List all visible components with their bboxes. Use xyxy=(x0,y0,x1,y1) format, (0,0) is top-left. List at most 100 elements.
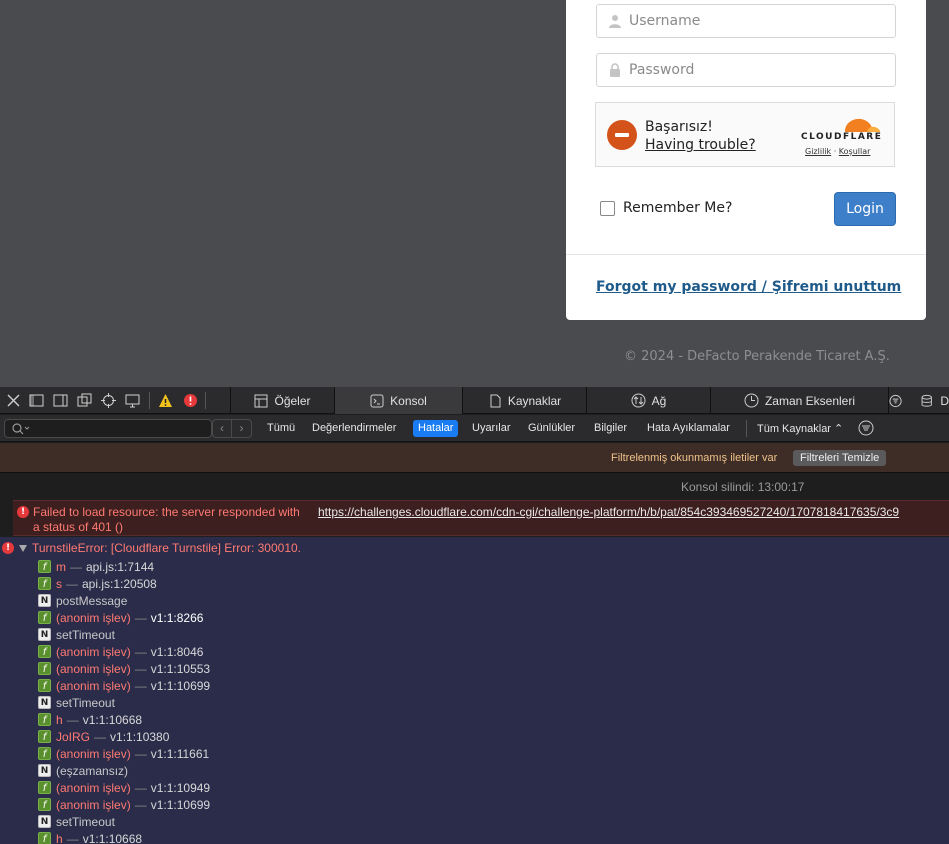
having-trouble-link[interactable]: Having trouble? xyxy=(645,137,756,153)
tab-label: Zaman Eksenleri xyxy=(764,393,856,408)
filter-errors[interactable]: Hatalar xyxy=(413,420,459,437)
dock-bottom-icon[interactable] xyxy=(29,393,44,408)
copyright-text: © 2024 - DeFacto Perakende Ticaret A.Ş. xyxy=(624,349,890,364)
frame-location-link[interactable]: v1:1:10699 xyxy=(151,679,210,693)
function-badge-icon: f xyxy=(38,577,51,590)
stack-frame[interactable]: f (anonim işlev) — v1:1:8266 xyxy=(38,609,203,626)
console-icon xyxy=(370,394,384,407)
frame-location-link[interactable]: api.js:1:20508 xyxy=(82,577,157,591)
frame-location-link[interactable]: v1:1:10553 xyxy=(151,662,210,676)
remember-me[interactable]: Remember Me? xyxy=(600,200,732,216)
console-cleared-text: Konsol silindi: 13:00:17 xyxy=(681,480,805,494)
function-badge-icon: f xyxy=(38,781,51,794)
element-picker-icon[interactable] xyxy=(101,393,116,408)
stack-frame[interactable]: NsetTimeout xyxy=(38,694,115,711)
frame-separator: — xyxy=(134,797,147,812)
disclosure-triangle-icon[interactable] xyxy=(19,545,27,552)
toolbar-separator xyxy=(149,392,150,409)
stack-frame[interactable]: f m — api.js:1:7144 xyxy=(38,558,154,575)
clear-filters-button[interactable]: Filtreleri Temizle xyxy=(793,450,887,466)
filter-all[interactable]: Tümü xyxy=(262,420,300,437)
frame-separator: — xyxy=(134,644,147,659)
frame-location-link[interactable]: v1:1:11661 xyxy=(151,747,210,761)
close-icon[interactable] xyxy=(6,393,21,408)
console-filter-input[interactable] xyxy=(4,419,212,438)
frame-function-name: (anonim işlev) xyxy=(56,797,131,812)
error-resource-link[interactable]: https://challenges.cloudflare.com/cdn-cg… xyxy=(318,505,899,519)
frame-function-name: (anonim işlev) xyxy=(56,746,131,761)
stack-frame[interactable]: f (anonim işlev) — v1:1:10949 xyxy=(38,779,210,796)
stack-frame[interactable]: NsetTimeout xyxy=(38,813,115,830)
frame-location-link[interactable]: v1:1:10699 xyxy=(151,798,210,812)
frame-location-link[interactable]: v1:1:10949 xyxy=(151,781,210,795)
links-separator: · xyxy=(833,147,837,156)
stack-frame[interactable]: f (anonim işlev) — v1:1:8046 xyxy=(38,643,203,660)
warning-icon[interactable] xyxy=(158,393,173,408)
stack-frame[interactable]: f (anonim işlev) — v1:1:10699 xyxy=(38,796,210,813)
frame-location-link[interactable]: v1:1:8046 xyxy=(151,645,204,659)
frame-separator: — xyxy=(134,610,147,625)
stack-frame[interactable]: f JoIRG — v1:1:10380 xyxy=(38,728,169,745)
error-count-icon[interactable] xyxy=(183,393,198,408)
frame-location-link[interactable]: v1:1:8266 xyxy=(151,611,204,625)
filtered-messages-notice: Filtrelenmiş okunmamış iletiler var Filt… xyxy=(0,443,949,473)
frame-location-link[interactable]: v1:1:10380 xyxy=(110,730,169,744)
password-field[interactable] xyxy=(596,53,896,87)
frame-function-name: (anonim işlev) xyxy=(56,661,131,676)
filter-debugs[interactable]: Hata Ayıklamalar xyxy=(642,420,735,437)
stack-frame[interactable]: N (eşzamansız) xyxy=(38,762,128,779)
password-input[interactable] xyxy=(629,54,889,86)
stack-frame[interactable]: f h — v1:1:10668 xyxy=(38,711,142,728)
frame-location-link[interactable]: api.js:1:7144 xyxy=(86,560,154,574)
filter-warnings[interactable]: Uyarılar xyxy=(467,420,516,437)
toolbar-separator xyxy=(205,392,206,409)
card-divider xyxy=(566,254,926,255)
terms-link[interactable]: Koşullar xyxy=(839,147,871,156)
sources-icon xyxy=(490,394,501,407)
privacy-link[interactable]: Gizlilik xyxy=(805,147,831,156)
stack-frame[interactable]: f (anonim işlev) — v1:1:10553 xyxy=(38,660,210,677)
username-input[interactable] xyxy=(629,5,889,37)
login-button[interactable]: Login xyxy=(834,192,896,226)
function-badge-icon: f xyxy=(38,713,51,726)
tab-console[interactable]: Konsol xyxy=(334,387,462,414)
forgot-password-link[interactable]: Forgot my password / Şifremi unuttum xyxy=(596,279,901,295)
stack-frame[interactable]: f (anonim işlev) — v1:1:11661 xyxy=(38,745,209,762)
tab-label: D xyxy=(940,393,949,408)
frame-separator: — xyxy=(134,780,147,795)
sources-select[interactable]: Tüm Kaynaklar ⌃ xyxy=(752,420,848,437)
search-icon xyxy=(12,423,30,435)
previous-match-button[interactable]: ‹ xyxy=(212,419,232,438)
undock-icon[interactable] xyxy=(77,393,92,408)
tab-sources[interactable]: Kaynaklar xyxy=(462,387,586,414)
filter-options-icon[interactable] xyxy=(858,420,874,436)
function-badge-icon: f xyxy=(38,611,51,624)
tab-elements[interactable]: Öğeler xyxy=(230,387,334,414)
turnstile-widget[interactable]: Başarısız! Having trouble? CLOUDFLARE Gi… xyxy=(595,102,895,167)
tab-timelines[interactable]: Zaman Eksenleri xyxy=(710,387,888,414)
filter-info[interactable]: Bilgiler xyxy=(589,420,632,437)
device-icon[interactable] xyxy=(125,393,140,408)
stack-frame[interactable]: NsetTimeout xyxy=(38,626,115,643)
elements-icon xyxy=(254,394,268,407)
native-badge-icon: N xyxy=(38,815,51,828)
stack-frame[interactable]: f s — api.js:1:20508 xyxy=(38,575,157,592)
console-error-group[interactable]: ! TurnstileError: [Cloudflare Turnstile]… xyxy=(0,537,949,844)
stack-frame[interactable]: NpostMessage xyxy=(38,592,127,609)
tab-more-icon[interactable]: D xyxy=(888,387,949,414)
stack-frame[interactable]: f h — v1:1:10668 xyxy=(38,830,142,844)
lock-icon xyxy=(610,63,620,77)
console-error-row[interactable]: ! Failed to load resource: the server re… xyxy=(13,500,949,536)
next-match-button[interactable]: › xyxy=(232,419,252,438)
tab-network[interactable]: Ağ xyxy=(586,387,710,414)
username-field[interactable] xyxy=(596,4,896,38)
frame-location-link[interactable]: v1:1:10668 xyxy=(83,832,142,844)
frame-separator: — xyxy=(134,746,147,761)
filter-evaluations[interactable]: Değerlendirmeler xyxy=(307,420,401,437)
remember-checkbox[interactable] xyxy=(600,200,615,216)
filter-logs[interactable]: Günlükler xyxy=(523,420,580,437)
frame-separator: — xyxy=(94,729,107,744)
stack-frame[interactable]: f (anonim işlev) — v1:1:10699 xyxy=(38,677,210,694)
dock-right-icon[interactable] xyxy=(53,393,68,408)
frame-location-link[interactable]: v1:1:10668 xyxy=(83,713,142,727)
